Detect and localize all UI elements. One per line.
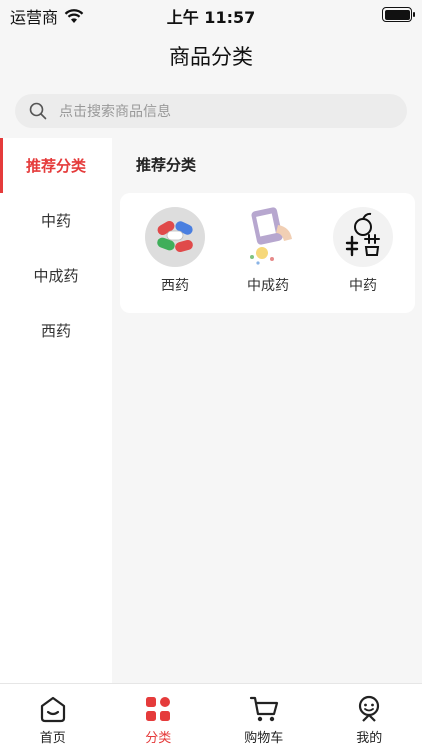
tab-cart[interactable]: 购物车 [211,684,317,750]
search-area: 点击搜索商品信息 [0,82,422,136]
category-item-chinese-medicine[interactable]: 中药 [323,207,403,295]
pills-icon [145,207,205,267]
search-input[interactable]: 点击搜索商品信息 [15,94,407,128]
search-placeholder: 点击搜索商品信息 [59,104,171,120]
sidebar-item-western-medicine[interactable]: 西药 [0,303,112,358]
category-sidebar: 推荐分类 中药 中成药 西药 [0,138,112,683]
tab-category[interactable]: 分类 [106,684,212,750]
profile-icon [359,695,380,722]
status-bar: 运营商 上午 11:57 [0,0,422,30]
sidebar-item-chinese-medicine[interactable]: 中药 [0,193,112,248]
sidebar-item-label: 中药 [40,212,71,230]
category-label: 西药 [161,278,189,294]
sidebar-item-proprietary-medicine[interactable]: 中成药 [0,248,112,303]
tab-home[interactable]: 首页 [0,684,106,750]
bottom-tab-bar: 首页 分类 购物车 我的 [0,683,422,750]
tab-label: 首页 [39,731,66,746]
sidebar-item-label: 推荐分类 [25,157,86,175]
status-time: 上午 11:57 [166,8,256,27]
category-label: 中药 [349,278,377,294]
tab-label: 我的 [356,731,383,746]
category-item-proprietary-medicine[interactable]: 中成药 [228,207,308,295]
battery-icon [382,7,415,22]
category-grid-icon [146,697,171,721]
category-item-western-medicine[interactable]: 西药 [135,207,215,295]
tab-label: 购物车 [244,731,284,746]
page-title: 商品分类 [0,30,422,82]
sidebar-item-label: 中成药 [33,267,79,285]
home-icon [40,696,65,723]
section-title: 推荐分类 [136,156,197,174]
category-label: 中成药 [247,278,289,294]
search-icon [29,102,47,120]
sidebar-item-label: 西药 [40,322,71,340]
category-card: 西药 中成药 中药 [120,193,415,313]
medicine-bottle-icon [238,207,298,267]
herbal-medicine-icon [333,207,393,267]
tab-profile[interactable]: 我的 [317,684,422,750]
category-content: 推荐分类 西药 中成药 中药 [112,138,422,683]
tab-label: 分类 [145,731,172,746]
sidebar-item-recommended[interactable]: 推荐分类 [0,138,112,193]
cart-icon [249,696,278,722]
